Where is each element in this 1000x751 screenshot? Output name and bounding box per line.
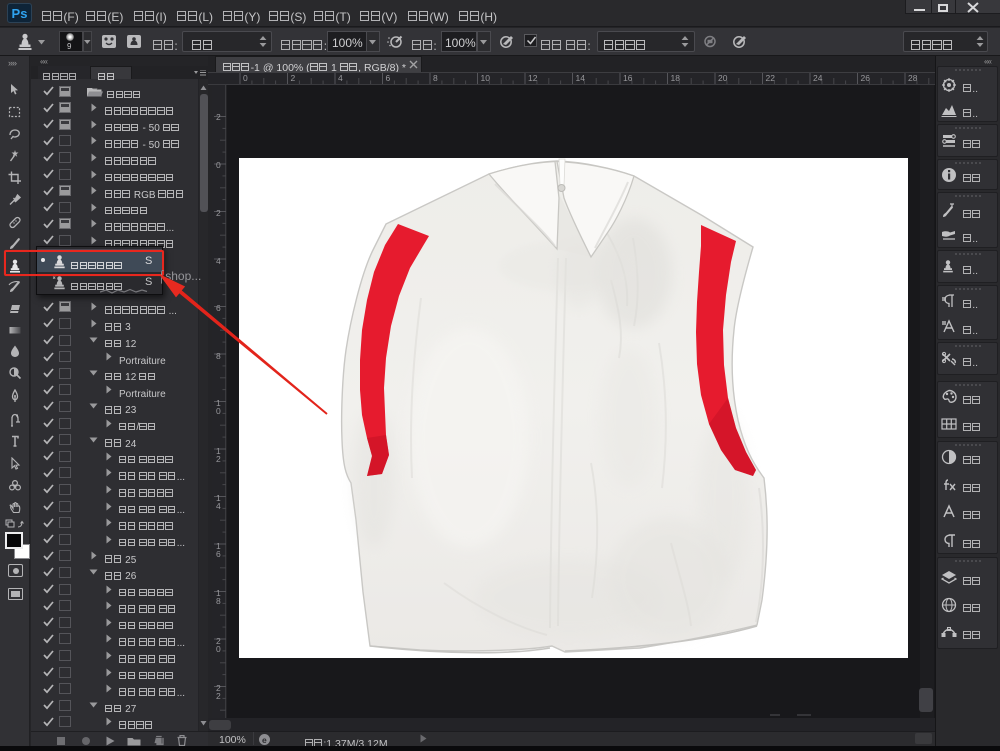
svg-text:6: 6 — [216, 549, 221, 559]
svg-text:0: 0 — [216, 160, 221, 170]
svg-text:14: 14 — [576, 73, 586, 83]
svg-text:0: 0 — [243, 73, 248, 83]
svg-text:8: 8 — [216, 351, 221, 361]
svg-text:26: 26 — [861, 73, 871, 83]
svg-text:10: 10 — [481, 73, 491, 83]
svg-text:0: 0 — [216, 644, 221, 654]
svg-text:2: 2 — [216, 208, 221, 218]
svg-text:4: 4 — [338, 73, 343, 83]
svg-text:2: 2 — [291, 73, 296, 83]
svg-text:22: 22 — [766, 73, 776, 83]
svg-text:2: 2 — [216, 691, 221, 701]
svg-text:6: 6 — [386, 73, 391, 83]
svg-text:8: 8 — [216, 596, 221, 606]
svg-text:16: 16 — [623, 73, 633, 83]
svg-text:4: 4 — [216, 501, 221, 511]
svg-text:6: 6 — [216, 303, 221, 313]
svg-text:0: 0 — [216, 406, 221, 416]
svg-text:28: 28 — [908, 73, 918, 83]
svg-text:18: 18 — [671, 73, 681, 83]
svg-text:20: 20 — [718, 73, 728, 83]
svg-text:2: 2 — [216, 112, 221, 122]
svg-text:8: 8 — [433, 73, 438, 83]
svg-text:2: 2 — [216, 454, 221, 464]
svg-text:12: 12 — [528, 73, 538, 83]
svg-text:4: 4 — [216, 256, 221, 266]
svg-text:24: 24 — [813, 73, 823, 83]
